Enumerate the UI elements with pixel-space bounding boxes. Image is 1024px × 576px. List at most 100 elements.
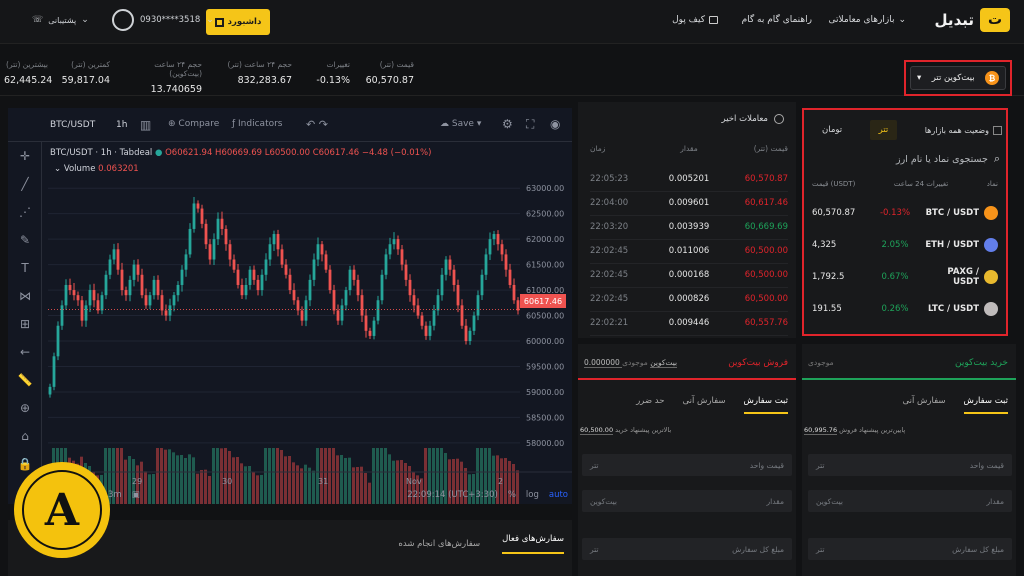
fib-icon[interactable]: ⋰ <box>8 198 42 226</box>
buy-total-field[interactable]: تتر مبلغ کل سفارش <box>808 538 1012 560</box>
text-icon[interactable]: T <box>8 254 42 282</box>
zoom-icon[interactable]: ⊕ <box>8 394 42 422</box>
calendar-icon[interactable]: ▣ <box>132 490 140 500</box>
buy-unit-price-field[interactable]: تتر قیمت واحد <box>808 454 1012 476</box>
candle-body <box>100 295 104 311</box>
candle-body <box>240 284 244 296</box>
sell-balance: 0.000000 بیت‌کوین موجودی <box>584 358 678 368</box>
market-price: 4,325 <box>812 240 837 250</box>
interval-button[interactable]: 1h <box>116 120 127 130</box>
col-symbol: نماد <box>986 180 998 188</box>
chart-panel[interactable]: BTC/USDT 1h ▥ ⊕ Compare ƒ Indicators ↶ ↷… <box>8 108 572 504</box>
sell-amount-field[interactable]: بیت‌کوین مقدار <box>582 490 792 512</box>
market-row[interactable]: 4,325 2.05% ETH / USDT <box>812 230 998 260</box>
trade-amount: 0.009446 <box>668 317 710 328</box>
crosshair-icon[interactable]: ✛ <box>8 142 42 170</box>
y-tick-label: 62500.00 <box>526 210 564 219</box>
trade-amount: 0.011006 <box>668 245 710 256</box>
logo[interactable]: تبدیل ت <box>935 8 1010 32</box>
support-link[interactable]: ☏ پشتیبانی ⌄ <box>32 15 89 25</box>
tab-toman[interactable]: تومان <box>822 125 842 135</box>
user-menu[interactable]: 0930****3518 ⌄ <box>112 9 214 31</box>
trade-row: 22:02:45 0.011006 60,500.00 <box>590 238 788 264</box>
best-ask-value[interactable]: 60,995.76 <box>804 426 838 435</box>
brush-icon[interactable]: ✎ <box>8 226 42 254</box>
candle-body <box>264 259 268 275</box>
pair-selector[interactable]: ▾ بیت‌کوین تتر ₿ <box>904 60 1012 96</box>
log-toggle[interactable]: log <box>526 490 539 500</box>
fullscreen-icon[interactable]: ⛶ <box>526 117 534 132</box>
range-button[interactable]: 3m <box>108 490 122 500</box>
magnet-icon[interactable]: ⌂ <box>8 422 42 450</box>
candle-body <box>496 234 500 245</box>
chart-clock: 22:09:14 (UTC+3:30) <box>407 490 498 500</box>
undo-icon[interactable]: ↶ ↷ <box>306 118 328 131</box>
camera-icon[interactable]: ◉ <box>550 117 560 131</box>
tab-market-order[interactable]: سفارش آنی <box>903 396 946 414</box>
support-label: پشتیبانی <box>48 15 77 25</box>
buy-amount-field[interactable]: بیت‌کوین مقدار <box>808 490 1012 512</box>
candle-body <box>500 244 504 255</box>
field-currency: بیت‌کوین <box>590 496 617 506</box>
candle-body <box>132 264 136 280</box>
candle-body <box>416 305 420 316</box>
best-bid-value[interactable]: 60,500.00 <box>580 426 614 435</box>
candle-body <box>92 290 96 301</box>
sell-total-field[interactable]: تتر مبلغ کل سفارش <box>582 538 792 560</box>
indicators-button[interactable]: ƒ Indicators <box>232 119 283 129</box>
chevron-down-icon: ⌄ <box>206 15 214 25</box>
candle-body <box>448 259 452 270</box>
pattern-icon[interactable]: ⋈ <box>8 282 42 310</box>
price-chart[interactable]: 63000.0062500.0062000.0061500.0061000.00… <box>42 142 572 504</box>
market-search[interactable]: جستجوی نماد یا نام ارز ⌕ <box>814 152 1000 166</box>
market-row[interactable]: 1,792.5 0.67% PAXG / USDT <box>812 262 998 292</box>
percent-toggle[interactable]: % <box>508 490 516 500</box>
candle-body <box>320 244 324 255</box>
nav-guide[interactable]: راهنمای گام به گام <box>742 15 812 25</box>
market-row[interactable]: 60,570.87 -0.13% BTC / USDT <box>812 198 998 228</box>
tab-limit-order[interactable]: ثبت سفارش <box>963 396 1008 414</box>
compare-button[interactable]: ⊕ Compare <box>168 119 219 129</box>
candle-body <box>128 279 132 296</box>
settings-icon[interactable]: ⚙ <box>502 117 513 131</box>
field-label: قیمت واحد <box>969 460 1004 470</box>
candle-body <box>172 295 176 306</box>
drawing-toolbar: ✛╱⋰✎T⋈⊞←📏⊕⌂🔒👁 <box>8 142 42 502</box>
tab-stop-loss[interactable]: حد ضرر <box>636 396 664 414</box>
candle-body <box>180 269 184 285</box>
auto-toggle[interactable]: auto <box>549 490 568 500</box>
market-change: -0.13% <box>879 208 911 218</box>
measure-icon[interactable]: ⊞ <box>8 310 42 338</box>
trade-price: 60,500.00 <box>744 293 788 304</box>
market-status-toggle[interactable]: وضعیت همه بازارها <box>925 125 1002 135</box>
save-button[interactable]: ☁ Save ▾ <box>440 119 481 129</box>
col-price: قیمت (تتر) <box>753 144 788 153</box>
market-row[interactable]: 191.55 0.26% LTC / USDT <box>812 294 998 324</box>
dashboard-label: داشبورد <box>227 17 262 27</box>
trendline-icon[interactable]: ╱ <box>8 170 42 198</box>
watermark-letter: A <box>44 484 80 536</box>
candle-body <box>232 259 236 270</box>
candle-type-icon[interactable]: ▥ <box>140 118 151 132</box>
tab-tether[interactable]: تتر <box>869 120 898 140</box>
chart-symbol[interactable]: BTC/USDT <box>50 120 95 130</box>
tab-done-orders[interactable]: سفارش‌های انجام شده <box>398 539 480 549</box>
nav-markets[interactable]: بازارهای معاملاتی ⌄ <box>829 15 906 25</box>
col-amount: مقدار <box>680 144 698 153</box>
ruler-icon[interactable]: 📏 <box>8 366 42 394</box>
sell-unit-price-field[interactable]: تتر قیمت واحد <box>582 454 792 476</box>
market-symbol: LTC / USDT <box>928 304 979 314</box>
stat-change: تغییرات -0.13% <box>300 60 350 86</box>
tab-market-order[interactable]: سفارش آنی <box>683 396 726 414</box>
nav-wallet[interactable]: کیف پول <box>672 15 718 25</box>
dashboard-button[interactable]: داشبورد <box>206 9 270 35</box>
tab-limit-order[interactable]: ثبت سفارش <box>743 396 788 414</box>
search-input[interactable]: جستجوی نماد یا نام ارز <box>896 154 988 165</box>
trade-price: 60,500.00 <box>744 245 788 256</box>
tab-active-orders[interactable]: سفارش‌های فعال <box>502 534 564 554</box>
arrow-icon[interactable]: ← <box>8 338 42 366</box>
watermark-logo: A <box>14 462 110 558</box>
candle-body <box>436 295 440 311</box>
candle-body <box>352 269 356 280</box>
trade-amount: 0.009601 <box>668 197 710 208</box>
